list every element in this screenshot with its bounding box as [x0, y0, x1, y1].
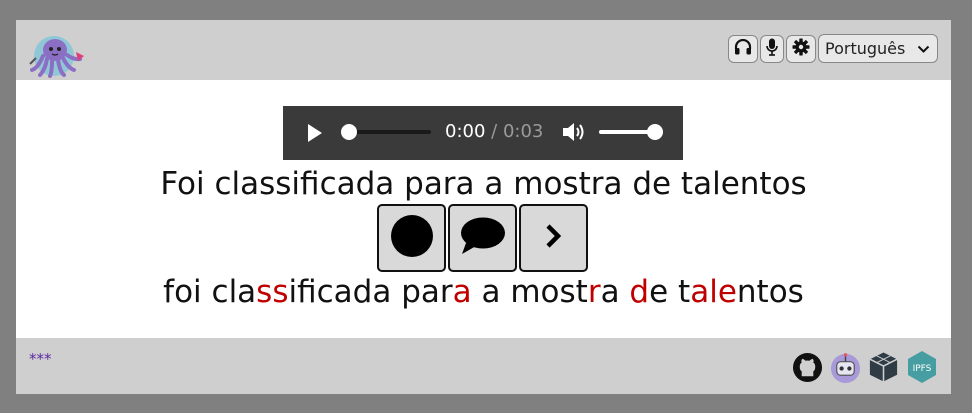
action-buttons — [377, 204, 588, 272]
audio-player: 0:00 / 0:03 — [283, 106, 683, 160]
recognized-segment: foi cla — [163, 274, 257, 310]
recognized-segment-error: ss — [256, 274, 289, 310]
audio-duration: / 0:03 — [491, 121, 544, 142]
audio-time: 0:00 / 0:03 — [445, 121, 543, 142]
recognized-sentence: foi classificada para a mostra de talent… — [16, 274, 951, 310]
volume-slider[interactable] — [599, 124, 663, 140]
ipfs-icon[interactable]: IPFS — [905, 349, 938, 385]
header-bar: Português — [16, 20, 951, 80]
recognized-segment: a most — [471, 274, 588, 310]
robot-icon[interactable] — [829, 349, 862, 385]
speech-bubble-button[interactable] — [448, 204, 517, 272]
recognized-segment: ntos — [736, 274, 804, 310]
recognized-segment: e t — [649, 274, 691, 310]
app-frame: Português 0:00 / 0:03 Foi classificada p… — [16, 20, 951, 394]
recognized-segment-error: r — [587, 274, 601, 310]
recognized-segment-error: ale — [690, 274, 737, 310]
recognized-segment-error: a — [452, 274, 472, 310]
chevron-right-icon — [543, 223, 565, 253]
language-select[interactable]: Português — [818, 34, 938, 63]
record-toggle-button[interactable] — [760, 34, 784, 63]
footer-links: IPFS — [791, 349, 938, 385]
recognized-segment: a — [600, 274, 630, 310]
speech-bubble-icon — [460, 216, 506, 260]
audio-progress-slider[interactable] — [341, 124, 431, 140]
volume-thumb[interactable] — [647, 124, 663, 140]
audio-current-time: 0:00 — [445, 121, 486, 142]
microphone-icon — [766, 38, 778, 60]
octopus-mascot-icon[interactable] — [26, 28, 88, 78]
rating-stars: *** — [29, 350, 52, 368]
header-controls: Português — [728, 33, 938, 64]
gear-icon — [792, 38, 810, 60]
footer-bar: *** IPFS — [16, 338, 951, 394]
github-icon[interactable] — [791, 349, 824, 385]
headphones-icon — [734, 38, 752, 59]
settings-button[interactable] — [786, 34, 816, 63]
audio-progress-thumb[interactable] — [341, 124, 357, 140]
record-button[interactable] — [377, 204, 446, 272]
record-circle-icon — [390, 214, 434, 262]
target-sentence: Foi classificada para a mostra de talent… — [160, 166, 807, 202]
recognized-segment-error: d — [629, 274, 650, 310]
play-icon[interactable] — [305, 122, 325, 148]
chevron-down-icon — [917, 39, 930, 58]
cube-icon[interactable] — [867, 349, 900, 385]
recognized-segment: ificada par — [288, 274, 453, 310]
next-button[interactable] — [519, 204, 588, 272]
language-select-value: Português — [825, 39, 906, 58]
ipfs-label: IPFS — [912, 364, 931, 374]
volume-icon[interactable] — [562, 121, 586, 147]
listen-button[interactable] — [728, 34, 758, 63]
